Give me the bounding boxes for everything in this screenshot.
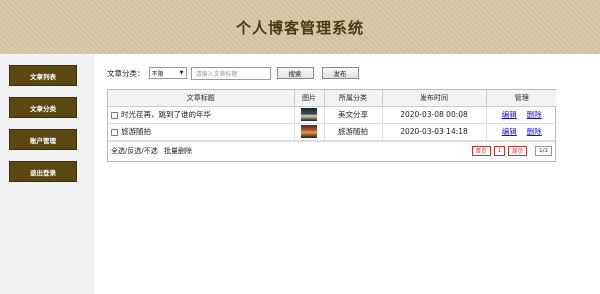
delete-link[interactable]: 删除 bbox=[527, 127, 542, 136]
chevron-down-icon: ▼ bbox=[179, 70, 184, 76]
last-page-button[interactable]: 尾页 bbox=[508, 146, 528, 156]
sidebar-item-account-management[interactable]: 账户管理 bbox=[9, 129, 77, 150]
page-count: 1/1 bbox=[535, 146, 552, 156]
row-actions: 编辑 删除 bbox=[486, 123, 557, 141]
edit-link[interactable]: 编辑 bbox=[502, 127, 517, 136]
first-page-button[interactable]: 首页 bbox=[471, 146, 491, 156]
search-input[interactable]: 请输入文章标题 bbox=[190, 66, 271, 80]
row-actions: 编辑 删除 bbox=[486, 106, 557, 124]
page-title: 个人博客管理系统 bbox=[235, 18, 364, 37]
sidebar-item-article-category[interactable]: 文章分类 bbox=[9, 97, 77, 118]
table-footer: 全选/反选/不选 批量删除 首页 1 尾页 1/1 bbox=[108, 140, 555, 161]
page-number-button[interactable]: 1 bbox=[493, 146, 506, 156]
sidebar-item-logout[interactable]: 退出登录 bbox=[9, 161, 77, 182]
article-table: 文章标题 图片 所属分类 发布时间 管理 时光荏苒，跳到了谁的年华 美文分享 2… bbox=[107, 89, 557, 162]
table-row: 时光荏苒，跳到了谁的年华 美文分享 2020-03-08 00:08 编辑 删除 bbox=[108, 106, 557, 124]
bulk-actions: 全选/反选/不选 批量删除 bbox=[111, 146, 196, 156]
column-header-title: 文章标题 bbox=[108, 90, 295, 107]
row-image-cell bbox=[294, 106, 325, 124]
article-thumbnail bbox=[301, 108, 317, 121]
table-row: 旅游随拍 旅游随拍 2020-03-03 14:18 编辑 删除 bbox=[108, 123, 557, 141]
column-header-publish-time: 发布时间 bbox=[382, 90, 487, 107]
article-thumbnail bbox=[301, 125, 317, 138]
sidebar-item-article-list[interactable]: 文章列表 bbox=[9, 65, 77, 86]
publish-button[interactable]: 发布 bbox=[321, 67, 359, 79]
row-title-cell: 时光荏苒，跳到了谁的年华 bbox=[108, 106, 295, 124]
batch-delete-button[interactable]: 批量删除 bbox=[164, 147, 192, 155]
row-title-cell: 旅游随拍 bbox=[108, 123, 295, 141]
category-select-value: 不限 bbox=[151, 70, 164, 78]
article-title[interactable]: 时光荏苒，跳到了谁的年华 bbox=[121, 110, 211, 119]
sidebar: 文章列表 文章分类 账户管理 退出登录 bbox=[0, 54, 95, 294]
article-publish-time: 2020-03-08 00:08 bbox=[382, 106, 487, 124]
category-filter-label: 文章分类： bbox=[107, 68, 145, 78]
row-checkbox[interactable] bbox=[111, 128, 118, 136]
select-all-toggle[interactable]: 全选/反选/不选 bbox=[111, 147, 158, 155]
article-category: 美文分享 bbox=[324, 106, 383, 124]
search-input-placeholder: 请输入文章标题 bbox=[195, 70, 238, 78]
pagination: 首页 1 尾页 1/1 bbox=[469, 146, 552, 156]
article-title[interactable]: 旅游随拍 bbox=[121, 127, 151, 136]
table-header-row: 文章标题 图片 所属分类 发布时间 管理 bbox=[108, 90, 557, 107]
search-button[interactable]: 搜索 bbox=[276, 67, 314, 79]
column-header-manage: 管理 bbox=[486, 90, 557, 107]
article-publish-time: 2020-03-03 14:18 bbox=[382, 123, 487, 141]
column-header-category: 所属分类 bbox=[324, 90, 383, 107]
edit-link[interactable]: 编辑 bbox=[502, 110, 517, 119]
delete-link[interactable]: 删除 bbox=[527, 110, 542, 119]
row-checkbox[interactable] bbox=[111, 111, 118, 119]
header-bar: 个人博客管理系统 bbox=[0, 0, 600, 54]
category-select[interactable]: 不限 ▼ bbox=[148, 67, 187, 79]
article-category: 旅游随拍 bbox=[324, 123, 383, 141]
toolbar: 文章分类： 不限 ▼ 请输入文章标题 搜索 发布 bbox=[107, 66, 359, 80]
column-header-image: 图片 bbox=[294, 90, 325, 107]
row-image-cell bbox=[294, 123, 325, 141]
